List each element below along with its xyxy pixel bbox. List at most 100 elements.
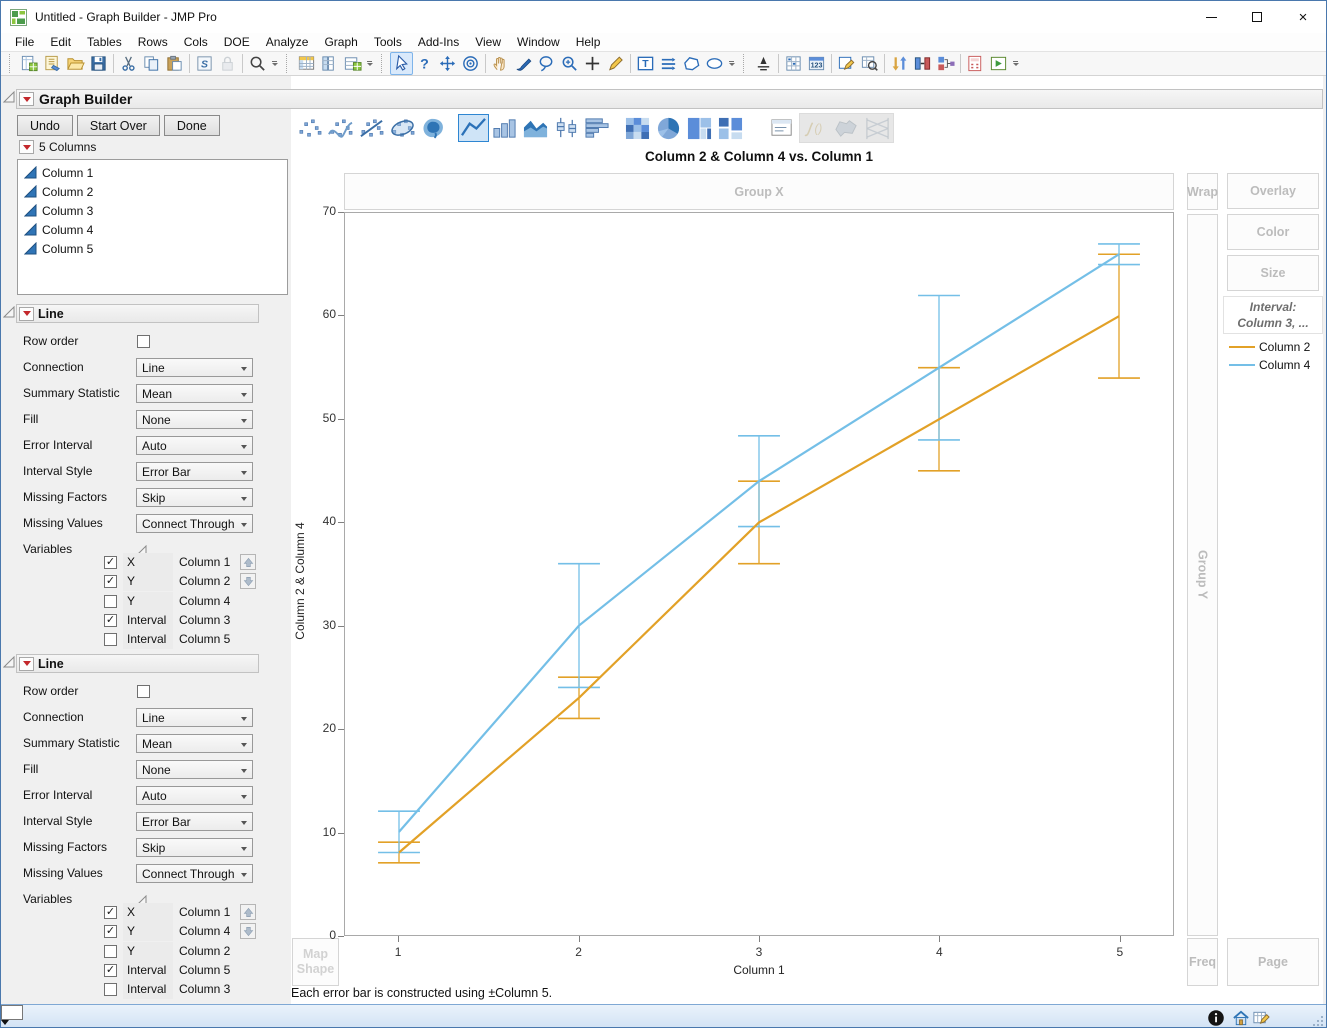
interval-style-select[interactable]: Error Bar <box>136 812 253 831</box>
search-icon[interactable] <box>246 52 269 75</box>
menu-view[interactable]: View <box>467 33 509 51</box>
date-123-icon[interactable]: 123 <box>805 52 828 75</box>
missing-values-select[interactable]: Connect Through <box>136 864 253 883</box>
freq-drop-zone[interactable]: Freq <box>1187 938 1218 986</box>
error-interval-select[interactable]: Auto <box>136 786 253 805</box>
row-order-checkbox[interactable] <box>137 335 150 348</box>
grabber-hand-icon[interactable] <box>489 52 512 75</box>
outline-collapse-icon[interactable] <box>2 305 15 318</box>
variable-column[interactable]: Column 2 <box>179 572 230 591</box>
variable-column[interactable]: Column 5 <box>179 630 230 649</box>
wrap-drop-zone[interactable]: Wrap <box>1187 173 1218 210</box>
variable-checkbox[interactable] <box>104 983 117 997</box>
size-drop-zone[interactable]: Size <box>1227 255 1319 291</box>
design-grid-icon[interactable] <box>782 52 805 75</box>
variable-checkbox[interactable] <box>104 944 117 958</box>
move-up-button[interactable] <box>240 554 256 570</box>
toolbar-overflow-chevron-icon[interactable] <box>269 52 280 75</box>
menu-tables[interactable]: Tables <box>79 33 130 51</box>
join-tables-icon[interactable] <box>934 52 957 75</box>
variable-column[interactable]: Column 4 <box>179 592 230 611</box>
menu-doe[interactable]: DOE <box>216 33 258 51</box>
variable-checkbox[interactable]: ✓ <box>104 925 117 939</box>
preview-table-icon[interactable] <box>858 52 881 75</box>
menu-graph[interactable]: Graph <box>316 33 365 51</box>
cut-icon[interactable] <box>117 52 140 75</box>
element-heatmap-icon[interactable] <box>622 114 653 142</box>
element-caption-box-icon[interactable] <box>768 114 799 142</box>
annotate-pencil-icon[interactable] <box>604 52 627 75</box>
variable-checkbox[interactable]: ✓ <box>104 963 117 977</box>
sort-columns-icon[interactable] <box>888 52 911 75</box>
menu-rows[interactable]: Rows <box>130 33 176 51</box>
done-button[interactable]: Done <box>163 115 220 136</box>
y-axis-label[interactable]: Column 2 & Column 4 <box>293 522 307 639</box>
new-column-icon[interactable] <box>318 52 341 75</box>
element-fit-line-icon[interactable] <box>356 114 387 142</box>
red-triangle-menu-icon[interactable] <box>19 306 34 321</box>
element-histogram-icon[interactable] <box>582 114 613 142</box>
paste-icon[interactable] <box>163 52 186 75</box>
variable-column[interactable]: Column 4 <box>179 922 230 941</box>
variable-column[interactable]: Column 1 <box>179 553 230 572</box>
line-panel-header[interactable]: Line <box>16 304 259 323</box>
toolbar-overflow-chevron-icon[interactable] <box>1010 52 1021 75</box>
variable-checkbox[interactable] <box>104 594 117 608</box>
variable-column[interactable]: Column 1 <box>179 903 230 922</box>
x-axis-label[interactable]: Column 1 <box>344 963 1174 977</box>
formula-calculator-icon[interactable] <box>964 52 987 75</box>
menu-window[interactable]: Window <box>509 33 568 51</box>
legend-entry[interactable]: Column 4 <box>1229 356 1310 374</box>
element-box-plot-icon[interactable] <box>551 114 582 142</box>
connection-select[interactable]: Line <box>136 358 253 377</box>
legend-entry[interactable]: Column 2 <box>1229 338 1310 356</box>
undo-button[interactable]: Undo <box>17 115 73 136</box>
help-icon[interactable]: ? <box>413 52 436 75</box>
toolbar-overflow-chevron-icon[interactable] <box>364 52 375 75</box>
error-interval-select[interactable]: Auto <box>136 436 253 455</box>
new-journal-icon[interactable] <box>41 52 64 75</box>
column-list-item[interactable]: Column 3 <box>22 201 287 220</box>
element-mosaic-icon[interactable] <box>715 114 746 142</box>
variable-column[interactable]: Column 3 <box>179 611 230 630</box>
element-bar-icon[interactable] <box>489 114 520 142</box>
interval-style-select[interactable]: Error Bar <box>136 462 253 481</box>
variable-checkbox[interactable] <box>104 633 117 647</box>
column-list-item[interactable]: Column 2 <box>22 182 287 201</box>
data-table-icon[interactable] <box>295 52 318 75</box>
red-triangle-menu-icon[interactable] <box>19 92 34 106</box>
toolbar-grip[interactable] <box>743 54 748 73</box>
menu-tools[interactable]: Tools <box>366 33 410 51</box>
arrow-cursor-icon[interactable] <box>390 52 413 75</box>
missing-values-select[interactable]: Connect Through <box>136 514 253 533</box>
menu-analyze[interactable]: Analyze <box>258 33 317 51</box>
home-icon[interactable] <box>1231 1008 1250 1027</box>
chart-canvas[interactable] <box>345 213 1173 935</box>
new-data-table-icon[interactable] <box>18 52 41 75</box>
lasso-tool-icon[interactable] <box>535 52 558 75</box>
variable-column[interactable]: Column 5 <box>179 961 230 980</box>
missing-factors-select[interactable]: Skip <box>136 838 253 857</box>
overlay-drop-zone[interactable]: Overlay <box>1227 173 1319 209</box>
red-triangle-menu-icon[interactable] <box>19 140 34 154</box>
variable-column[interactable]: Column 2 <box>179 942 230 961</box>
menu-help[interactable]: Help <box>568 33 609 51</box>
oval-annotation-icon[interactable] <box>703 52 726 75</box>
plot-area[interactable] <box>344 212 1174 936</box>
missing-factors-select[interactable]: Skip <box>136 488 253 507</box>
zoom-tool-icon[interactable] <box>558 52 581 75</box>
element-points-icon[interactable] <box>294 114 325 142</box>
script-center-icon[interactable]: S <box>193 52 216 75</box>
move-up-button[interactable] <box>240 904 256 920</box>
variable-column[interactable]: Column 3 <box>179 980 230 999</box>
column-list-item[interactable]: Column 1 <box>22 163 287 182</box>
red-triangle-menu-icon[interactable] <box>19 656 34 671</box>
line-panel-header[interactable]: Line <box>16 654 259 673</box>
minimize-button[interactable] <box>1188 1 1234 33</box>
open-file-icon[interactable] <box>64 52 87 75</box>
toolbar-overflow-chevron-icon[interactable] <box>726 52 737 75</box>
element-smoother-icon[interactable] <box>325 114 356 142</box>
copy-icon[interactable] <box>140 52 163 75</box>
variable-checkbox[interactable]: ✓ <box>104 556 117 569</box>
edit-box-icon[interactable] <box>835 52 858 75</box>
